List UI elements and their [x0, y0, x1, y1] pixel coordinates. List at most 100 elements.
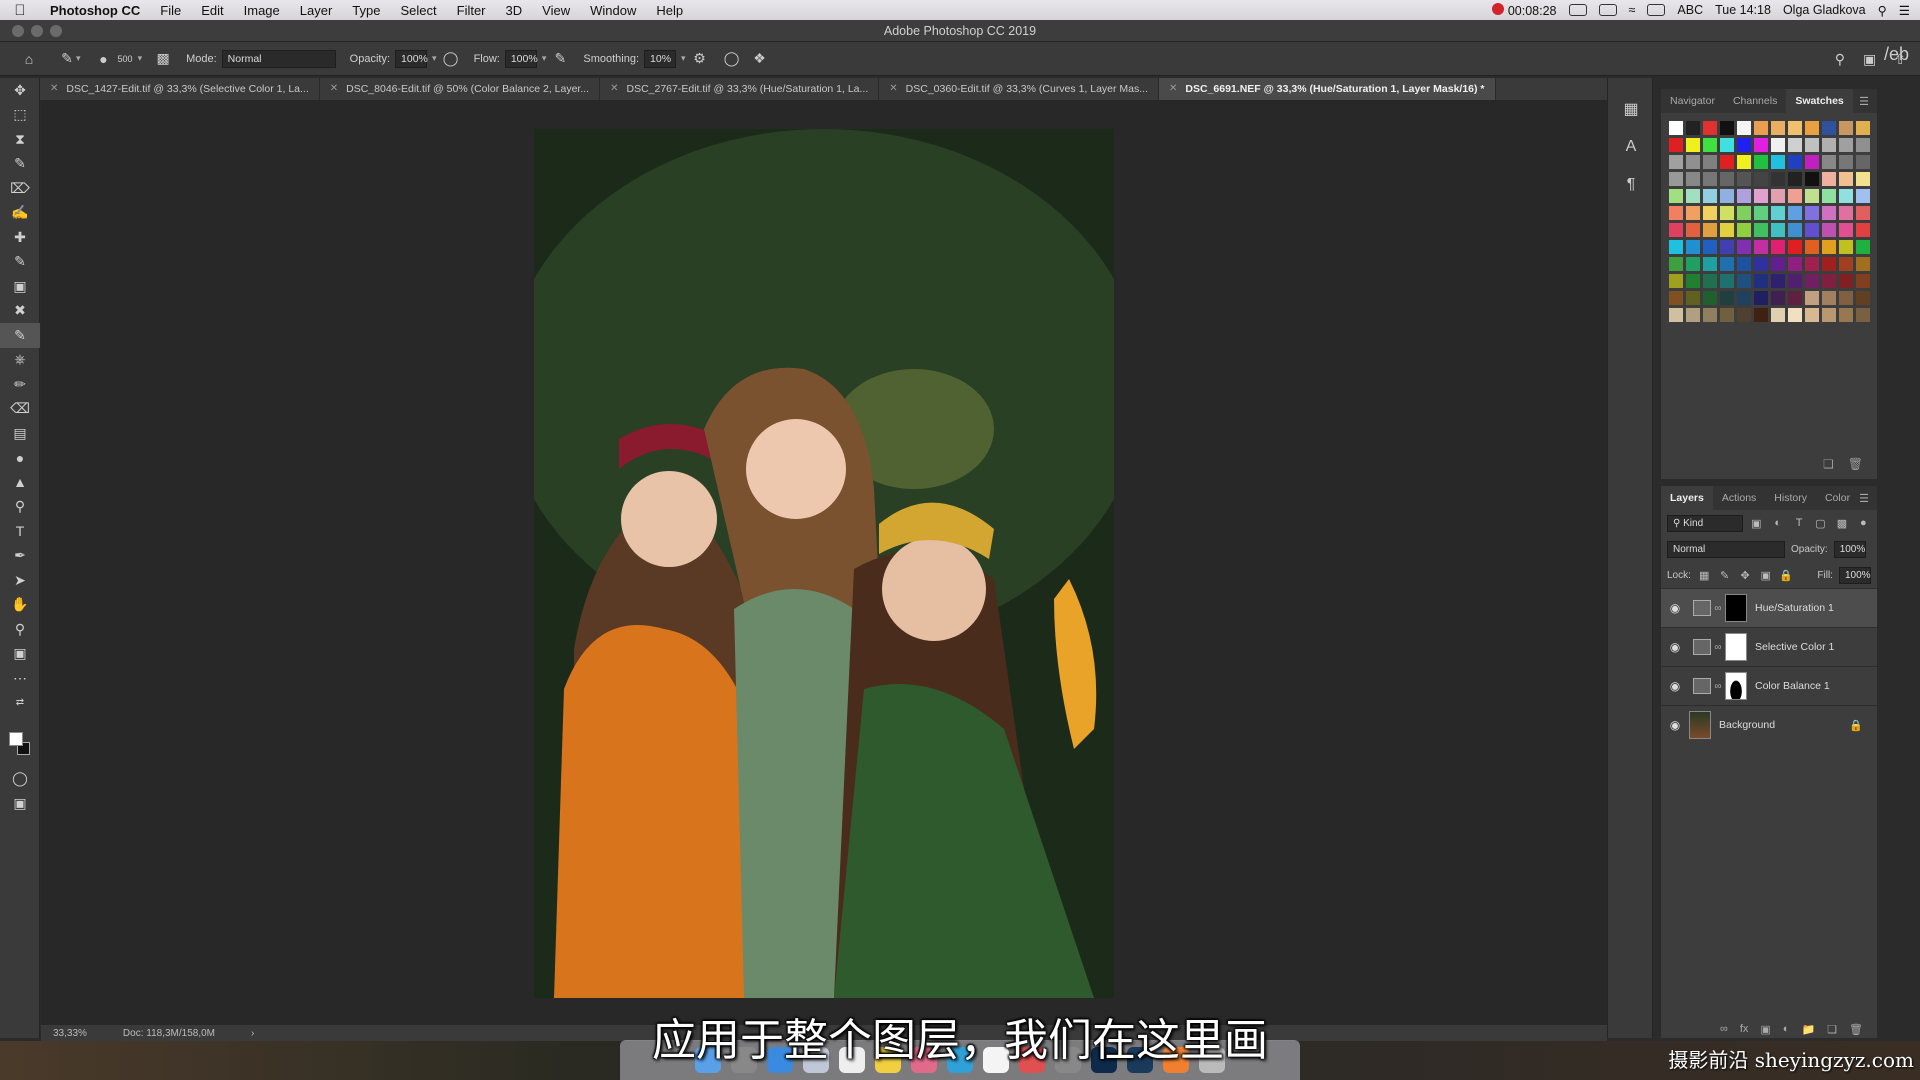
color-swatch[interactable]	[1805, 155, 1819, 169]
color-swatch[interactable]	[1754, 240, 1768, 254]
color-swatch[interactable]	[1805, 206, 1819, 220]
blend-mode-select[interactable]: Normal	[1667, 540, 1785, 558]
color-swatch[interactable]	[1822, 172, 1836, 186]
tab-channels[interactable]: Channels	[1724, 89, 1786, 113]
close-icon[interactable]: ✕	[889, 78, 897, 100]
chevron-down-icon[interactable]: ▾	[542, 53, 547, 64]
layer-kind-filter[interactable]: ⚲ Kind	[1667, 514, 1743, 532]
color-swatch[interactable]	[1839, 121, 1853, 135]
color-swatch[interactable]	[1737, 121, 1751, 135]
color-swatch[interactable]	[1856, 291, 1870, 305]
color-swatch[interactable]	[1771, 172, 1785, 186]
color-swatch[interactable]	[1669, 155, 1683, 169]
path-selection-tool-icon[interactable]: ➤	[0, 568, 40, 593]
color-swatch[interactable]	[1737, 138, 1751, 152]
foreground-color-swatch[interactable]	[9, 732, 23, 746]
tab-history[interactable]: History	[1765, 486, 1816, 510]
color-swatch[interactable]	[1805, 240, 1819, 254]
recording-indicator[interactable]: 00:08:28	[1491, 2, 1557, 18]
tab-actions[interactable]: Actions	[1713, 486, 1765, 510]
link-layers-icon[interactable]: ∞	[1720, 1023, 1728, 1035]
brush-size-picker[interactable]: ● 500 ▾	[95, 50, 142, 68]
color-swatch[interactable]	[1703, 138, 1717, 152]
color-swatch[interactable]	[1703, 172, 1717, 186]
adjustment-layer-icon[interactable]: ◐	[1783, 1023, 1790, 1035]
brush-preset-icon[interactable]: ✎	[58, 50, 76, 68]
color-swatch[interactable]	[1788, 223, 1802, 237]
color-swatch[interactable]	[1754, 206, 1768, 220]
color-swatch[interactable]	[1754, 291, 1768, 305]
color-swatch[interactable]	[1839, 257, 1853, 271]
color-swatch[interactable]	[1720, 257, 1734, 271]
swap-colors-icon[interactable]: ⇄	[0, 691, 40, 716]
filter-toggle-icon[interactable]: ●	[1856, 517, 1871, 529]
color-swatch[interactable]	[1856, 121, 1870, 135]
color-swatch[interactable]	[1822, 138, 1836, 152]
quick-selection-tool-icon[interactable]: ✎	[0, 152, 40, 177]
color-swatch[interactable]	[1703, 308, 1717, 322]
color-swatch[interactable]	[1822, 308, 1836, 322]
color-swatch[interactable]	[1720, 138, 1734, 152]
color-swatch[interactable]	[1737, 291, 1751, 305]
type-tool-icon[interactable]: T	[0, 519, 40, 544]
dodge-tool-icon[interactable]: ⚲	[0, 495, 40, 520]
tab-color[interactable]: Color	[1816, 486, 1859, 510]
color-swatch[interactable]	[1805, 308, 1819, 322]
menu-type[interactable]: Type	[342, 3, 390, 18]
gear-icon[interactable]: ⚙	[691, 50, 709, 68]
color-swatch[interactable]	[1754, 257, 1768, 271]
color-swatch[interactable]	[1856, 138, 1870, 152]
color-swatch[interactable]	[1788, 155, 1802, 169]
color-swatch[interactable]	[1788, 240, 1802, 254]
color-swatch[interactable]	[1822, 189, 1836, 203]
color-swatch[interactable]	[1703, 189, 1717, 203]
layer-row-color-balance[interactable]: ◉ ∞ Color Balance 1	[1661, 666, 1877, 705]
color-swatch[interactable]	[1703, 206, 1717, 220]
color-chips[interactable]	[9, 732, 31, 756]
document-tab[interactable]: ✕ DSC_8046-Edit.tif @ 50% (Color Balance …	[320, 78, 601, 100]
history-brush-tool-icon[interactable]: ✏	[0, 372, 40, 397]
tab-layers[interactable]: Layers	[1661, 486, 1713, 510]
color-swatch[interactable]	[1686, 121, 1700, 135]
cloud-icon[interactable]	[1568, 4, 1587, 16]
color-swatch[interactable]	[1839, 155, 1853, 169]
color-swatch[interactable]	[1771, 121, 1785, 135]
color-swatch[interactable]	[1771, 223, 1785, 237]
color-swatch[interactable]	[1822, 240, 1836, 254]
color-swatch[interactable]	[1839, 274, 1853, 288]
color-swatch[interactable]	[1771, 240, 1785, 254]
color-swatch[interactable]	[1669, 138, 1683, 152]
user-name[interactable]: Olga Gladkova	[1783, 3, 1866, 17]
new-group-icon[interactable]: 📁	[1801, 1023, 1815, 1036]
layer-row-selective-color[interactable]: ◉ ∞ Selective Color 1	[1661, 627, 1877, 666]
color-swatch[interactable]	[1771, 308, 1785, 322]
zoom-window-button[interactable]	[50, 25, 62, 37]
color-swatch[interactable]	[1822, 155, 1836, 169]
properties-icon[interactable]: ▦	[1608, 90, 1654, 128]
shape-filter-icon[interactable]: ▢	[1813, 517, 1828, 530]
screen-mode-icon[interactable]: ▣	[0, 791, 40, 816]
menu-edit[interactable]: Edit	[191, 3, 233, 18]
visibility-eye-icon[interactable]: ◉	[1661, 718, 1689, 732]
layer-row-hue-saturation[interactable]: ◉ ∞ Hue/Saturation 1	[1661, 588, 1877, 627]
character-icon[interactable]: A	[1608, 128, 1654, 166]
color-swatch[interactable]	[1737, 206, 1751, 220]
color-swatch[interactable]	[1720, 206, 1734, 220]
healing-brush-tool-icon[interactable]: ✚	[0, 225, 40, 250]
brush-panel-toggle-icon[interactable]: ▩	[154, 50, 172, 68]
color-swatch[interactable]	[1754, 308, 1768, 322]
color-swatch[interactable]	[1737, 257, 1751, 271]
close-icon[interactable]: ✕	[610, 78, 618, 100]
color-swatch[interactable]	[1703, 121, 1717, 135]
clock[interactable]: Tue 14:18	[1715, 3, 1771, 17]
color-swatch[interactable]	[1720, 172, 1734, 186]
mode-select[interactable]: Normal	[221, 49, 336, 68]
color-swatch[interactable]	[1669, 223, 1683, 237]
color-swatch[interactable]	[1720, 223, 1734, 237]
color-swatch[interactable]	[1856, 155, 1870, 169]
quick-mask-icon[interactable]: ◯	[0, 766, 40, 791]
trash-icon[interactable]: 🗑	[1848, 457, 1863, 471]
lock-all-icon[interactable]: 🔒	[1779, 569, 1794, 582]
color-swatch[interactable]	[1822, 121, 1836, 135]
color-swatch[interactable]	[1737, 274, 1751, 288]
